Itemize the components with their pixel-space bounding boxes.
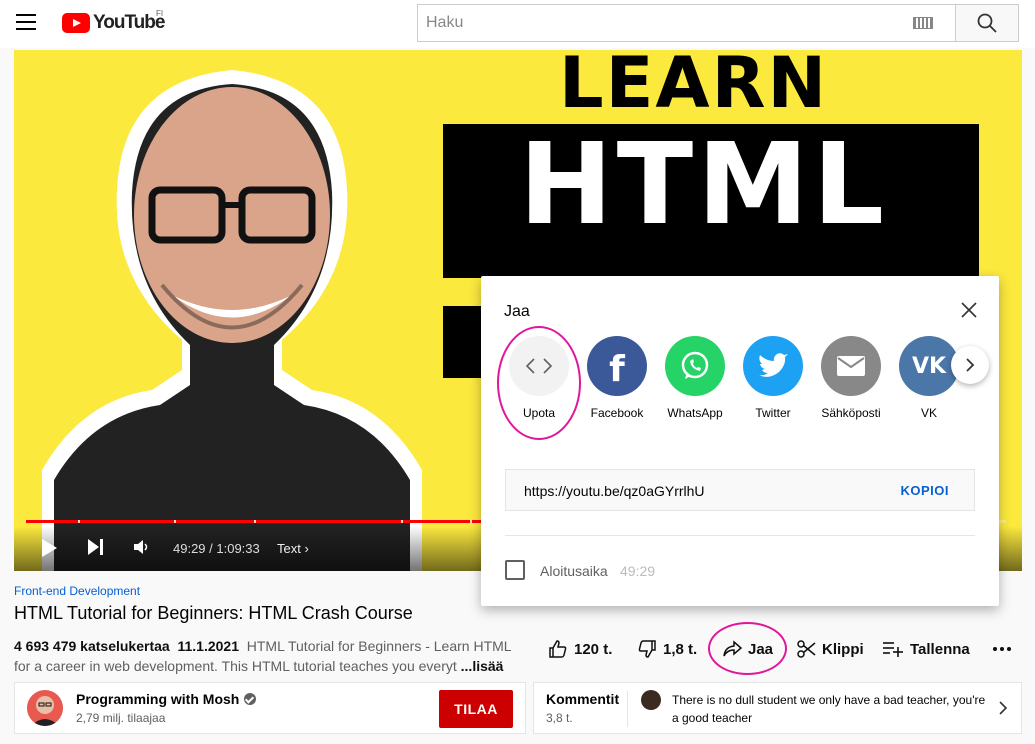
divider — [627, 691, 628, 727]
whatsapp-icon — [665, 336, 725, 396]
verified-icon — [244, 693, 257, 705]
search-input[interactable] — [418, 5, 913, 41]
share-target-whatsapp[interactable]: WhatsApp — [657, 336, 733, 420]
video-title: HTML Tutorial for Beginners: HTML Crash … — [14, 603, 413, 623]
dislike-count: 1,8 t. — [663, 640, 698, 658]
share-target-label: WhatsApp — [667, 406, 723, 420]
start-time-checkbox[interactable] — [505, 560, 525, 580]
email-icon — [821, 336, 881, 396]
channel-name-text: Programming with Mosh — [76, 691, 240, 707]
video-description[interactable]: 4 693 479 katselukertaa 11.1.2021 HTML T… — [14, 636, 514, 676]
subscribe-button[interactable]: TILAA — [439, 690, 513, 728]
channel-avatar[interactable] — [27, 690, 63, 726]
vk-icon: VK — [899, 336, 959, 396]
share-dialog: Jaa Upota f Facebook WhatsApp Twitter Sä… — [481, 276, 999, 606]
start-time-value: 49:29 — [620, 563, 656, 579]
share-target-label: Upota — [522, 406, 556, 420]
chevron-right-icon — [966, 358, 975, 372]
clip-label: Klippi — [822, 640, 864, 658]
like-count: 120 t. — [574, 640, 613, 658]
chapter-button[interactable]: Text › — [277, 541, 309, 556]
keyboard-icon[interactable] — [913, 17, 933, 29]
search-box — [417, 4, 956, 42]
share-target-label: Twitter — [755, 406, 791, 420]
share-target-twitter[interactable]: Twitter — [735, 336, 811, 420]
presenter-thumbnail — [42, 70, 422, 571]
youtube-logo[interactable]: YouTube — [62, 12, 165, 34]
share-target-facebook[interactable]: f Facebook — [579, 336, 655, 420]
chevron-right-icon — [999, 701, 1008, 715]
thumbs-down-icon — [638, 640, 656, 658]
save-label: Tallenna — [910, 640, 970, 658]
comments-count: 3,8 t. — [546, 711, 573, 725]
divider — [505, 535, 975, 536]
copy-button[interactable]: KOPIOI — [900, 483, 949, 498]
subscriber-count: 2,79 milj. tilaajaa — [76, 711, 166, 725]
facebook-icon: f — [587, 336, 647, 396]
chapter-label: Text — [277, 541, 301, 556]
share-url[interactable]: https://youtu.be/qz0aGYrrlhU — [524, 483, 705, 499]
more-actions-button[interactable] — [992, 638, 1018, 660]
save-button[interactable]: Tallenna — [882, 638, 970, 660]
chapter-marker — [174, 520, 176, 523]
share-dialog-title: Jaa — [504, 303, 530, 320]
top-comment-text: There is no dull student we only have a … — [672, 693, 986, 725]
masthead: YouTube FI — [0, 0, 1035, 48]
start-time-label: Aloitusaika — [540, 563, 608, 579]
more-link[interactable]: ...lisää — [461, 658, 504, 674]
comments-card[interactable]: Kommentit 3,8 t. There is no dull studen… — [533, 682, 1022, 734]
play-logo-icon — [62, 13, 90, 33]
search-icon — [977, 13, 997, 33]
scissors-icon — [797, 640, 816, 658]
search-button[interactable] — [956, 4, 1019, 42]
share-targets: Upota f Facebook WhatsApp Twitter Sähköp… — [501, 336, 981, 426]
time-display: 49:29 / 1:09:33 — [173, 541, 260, 556]
channel-card: Programming with Mosh 2,79 milj. tilaaja… — [14, 682, 526, 734]
thumbnail-html-text: HTML — [519, 120, 888, 250]
share-label: Jaa — [748, 640, 774, 658]
share-target-label: Sähköposti — [821, 406, 881, 420]
share-next-button[interactable] — [951, 346, 989, 384]
clip-button[interactable]: Klippi — [796, 638, 864, 660]
thumbs-up-icon — [549, 640, 567, 658]
like-button[interactable]: 120 t. — [548, 638, 612, 660]
share-target-email[interactable]: Sähköposti — [813, 336, 889, 420]
menu-icon[interactable] — [16, 14, 36, 32]
volume-icon[interactable] — [133, 538, 151, 556]
commenter-avatar — [641, 690, 661, 710]
share-target-label: VK — [920, 406, 937, 420]
dislike-button[interactable]: 1,8 t. — [637, 638, 697, 660]
more-horizontal-icon — [993, 647, 1011, 651]
twitter-icon — [743, 336, 803, 396]
share-target-label: Facebook — [590, 406, 644, 420]
share-arrow-icon — [723, 640, 742, 657]
share-target-embed[interactable]: Upota — [501, 336, 577, 420]
view-count: 4 693 479 katselukertaa — [14, 638, 170, 654]
comments-label: Kommentit — [546, 691, 620, 707]
next-icon[interactable] — [87, 538, 105, 556]
close-icon[interactable] — [957, 298, 981, 322]
channel-name[interactable]: Programming with Mosh — [76, 691, 257, 707]
chapter-marker — [78, 520, 80, 523]
share-button[interactable]: Jaa — [722, 638, 773, 660]
video-category-link[interactable]: Front-end Development — [14, 584, 140, 598]
chevron-right-icon: › — [304, 541, 309, 556]
chapter-marker — [401, 520, 403, 523]
share-url-box: https://youtu.be/qz0aGYrrlhU KOPIOI — [505, 469, 975, 511]
logo-text: YouTube — [93, 12, 165, 33]
publish-date: 11.1.2021 — [177, 638, 239, 654]
chapter-marker — [254, 520, 256, 523]
thumbnail-learn-text: LEARN — [559, 50, 829, 124]
embed-icon — [509, 336, 569, 396]
chapter-marker — [470, 520, 472, 523]
playlist-add-icon — [883, 642, 903, 657]
play-icon[interactable] — [40, 538, 58, 558]
country-code: FI — [156, 9, 164, 18]
